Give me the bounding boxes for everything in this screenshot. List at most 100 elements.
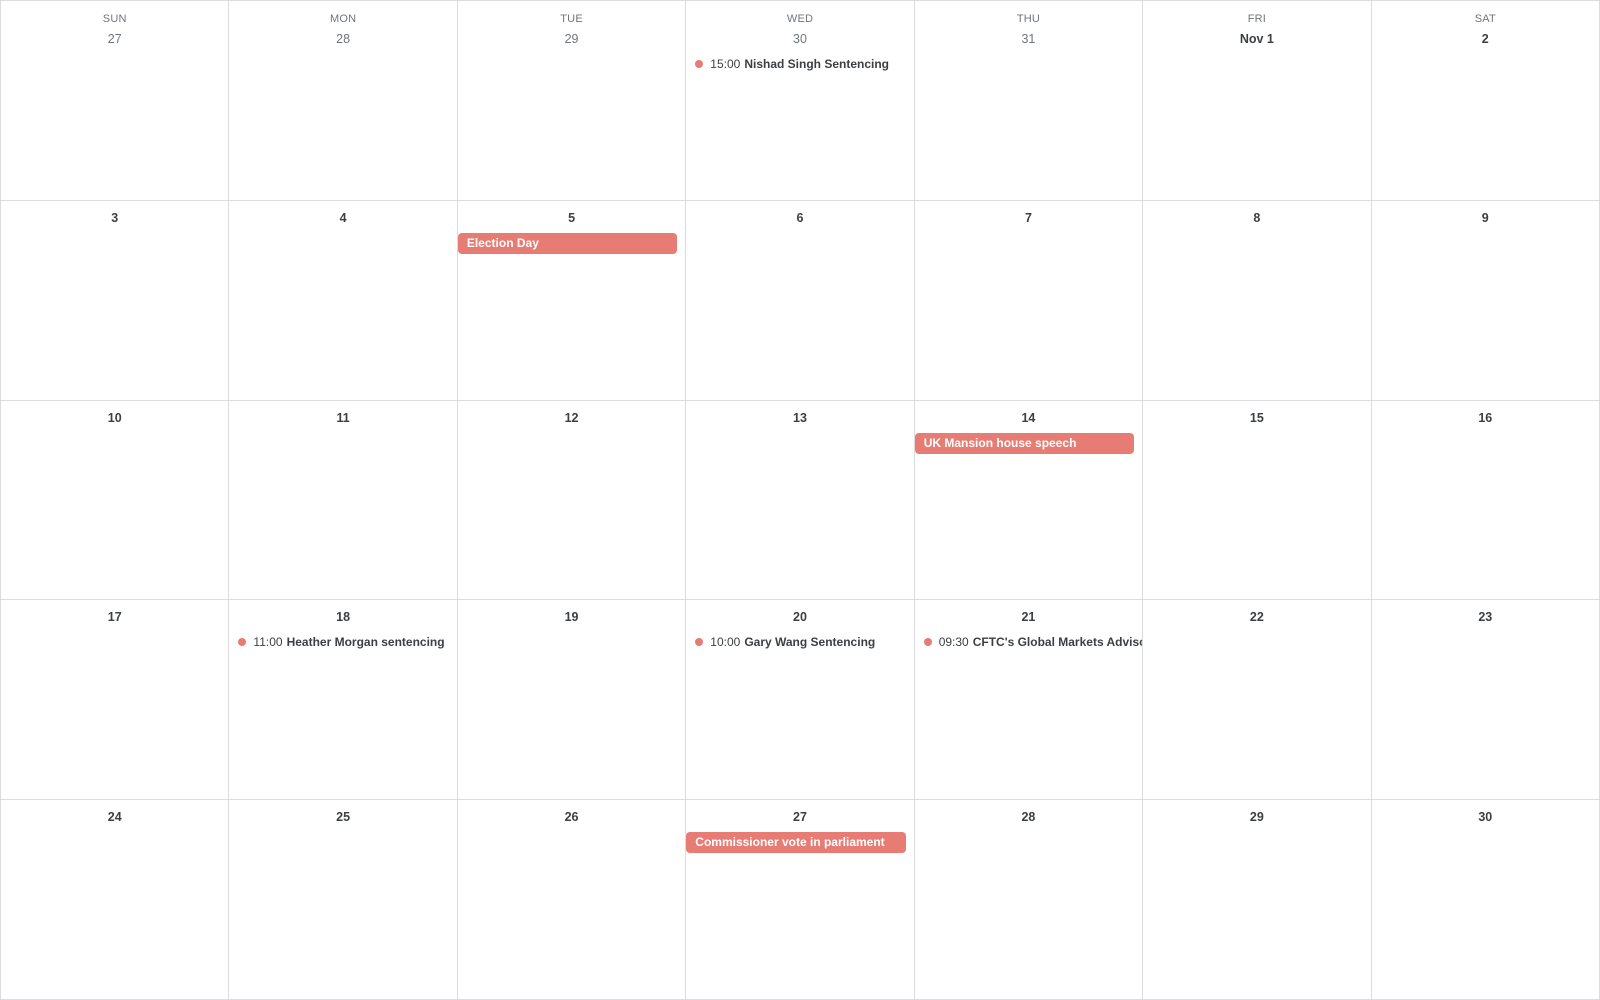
day-number[interactable]: 29 <box>1143 808 1370 826</box>
day-number[interactable]: 29 <box>458 30 685 48</box>
event-dot-icon <box>238 638 247 647</box>
all-day-event[interactable]: UK Mansion house speech <box>914 432 1135 454</box>
day-number[interactable]: 13 <box>686 409 913 427</box>
day-number[interactable]: 12 <box>458 409 685 427</box>
event-time: 10:00 <box>710 635 741 650</box>
all-day-event[interactable]: Election Day <box>457 232 678 254</box>
day-cell[interactable]: 15 <box>1143 400 1372 601</box>
month-calendar-grid: SUN 27 MON 28 TUE 29 WED 30 15:00 Nishad Singh Se… <box>0 0 1600 1000</box>
day-cell[interactable]: 16 <box>1371 400 1600 601</box>
day-cell[interactable]: 11 <box>229 400 458 601</box>
day-cell[interactable]: 19 <box>457 600 687 801</box>
day-events: 15:00 Nishad Singh Sentencing <box>686 54 913 74</box>
all-day-event[interactable]: Commissioner vote in parliament <box>686 832 906 854</box>
day-number[interactable]: 15 <box>1143 409 1370 427</box>
day-cell[interactable]: 20 10:00 Gary Wang Sentencing <box>686 600 915 801</box>
day-cell[interactable]: 18 11:00 Heather Morgan sentencing <box>229 600 458 801</box>
day-cell[interactable]: 26 <box>457 800 687 1000</box>
day-number[interactable]: Nov 1 <box>1143 30 1370 48</box>
day-cell[interactable]: 13 <box>686 400 915 601</box>
day-cell[interactable]: WED 30 15:00 Nishad Singh Sentencing <box>686 1 915 201</box>
day-number[interactable]: 23 <box>1372 608 1599 626</box>
day-events: 09:30CFTC's Global Markets Advisory Comm… <box>915 632 1142 652</box>
day-cell[interactable]: 12 <box>457 400 687 601</box>
day-cell[interactable]: TUE 29 <box>457 1 687 201</box>
timed-event[interactable]: 15:00 Nishad Singh Sentencing <box>686 54 913 74</box>
day-number[interactable]: 10 <box>1 409 228 427</box>
day-number[interactable]: 4 <box>229 209 456 227</box>
day-number[interactable]: 27 <box>686 808 913 826</box>
day-number[interactable]: 11 <box>229 409 456 427</box>
event-dot-icon <box>695 60 704 68</box>
day-cell[interactable]: 22 <box>1143 600 1372 801</box>
day-number[interactable]: 7 <box>915 209 1142 227</box>
day-cell[interactable]: 14 UK Mansion house speech <box>914 400 1144 601</box>
event-time: 15:00 <box>710 57 741 71</box>
event-title: Heather Morgan sentencing <box>286 635 445 650</box>
day-cell[interactable]: 7 <box>914 200 1144 401</box>
day-events: UK Mansion house speech <box>914 432 1142 454</box>
day-cell[interactable]: 28 <box>914 800 1144 1000</box>
day-cell[interactable]: 5 Election Day <box>457 200 687 401</box>
day-number[interactable]: 25 <box>229 808 456 826</box>
day-cell[interactable]: 23 <box>1371 600 1600 801</box>
day-number[interactable]: 14 <box>915 409 1142 427</box>
day-events: 11:00 Heather Morgan sentencing <box>229 632 456 652</box>
weekday-header: SUN <box>102 13 127 25</box>
day-number[interactable]: 2 <box>1372 30 1599 48</box>
weekday-header: FRI <box>1247 13 1267 25</box>
timed-event[interactable]: 10:00 Gary Wang Sentencing <box>686 632 913 652</box>
event-title: CFTC's Global Markets Advisory Committee <box>972 635 1142 650</box>
event-time: 11:00 <box>253 635 283 650</box>
day-cell[interactable]: 27 Commissioner vote in parliament <box>686 800 915 1000</box>
day-number[interactable]: 20 <box>686 608 913 626</box>
weekday-header: MON <box>330 13 357 25</box>
day-number[interactable]: 5 <box>458 209 685 227</box>
day-cell[interactable]: 3 <box>1 200 230 401</box>
day-cell[interactable]: 21 09:30CFTC's Global Markets Advisory Co… <box>914 600 1144 801</box>
timed-event[interactable]: 11:00 Heather Morgan sentencing <box>229 632 456 652</box>
day-cell[interactable]: THU 31 <box>914 1 1144 201</box>
event-dot-icon <box>695 638 704 647</box>
day-number[interactable]: 28 <box>915 808 1142 826</box>
day-cell[interactable]: 10 <box>1 400 230 601</box>
day-cell[interactable]: 24 <box>1 800 230 1000</box>
day-cell[interactable]: 6 <box>686 200 915 401</box>
day-cell[interactable]: 30 <box>1371 800 1600 1000</box>
weekday-header: WED <box>786 13 814 25</box>
day-number[interactable]: 17 <box>1 608 228 626</box>
day-cell[interactable]: 8 <box>1143 200 1372 401</box>
day-number[interactable]: 18 <box>229 608 456 626</box>
timed-event[interactable]: 09:30CFTC's Global Markets Advisory Comm… <box>915 632 1142 652</box>
day-number[interactable]: 6 <box>686 209 913 227</box>
day-number[interactable]: 26 <box>458 808 685 826</box>
weekday-header: SAT <box>1474 13 1496 25</box>
day-number[interactable]: 22 <box>1143 608 1370 626</box>
day-number[interactable]: 21 <box>915 608 1142 626</box>
day-number[interactable]: 27 <box>1 30 228 48</box>
day-cell[interactable]: MON 28 <box>229 1 458 201</box>
day-cell[interactable]: 17 <box>1 600 230 801</box>
event-dot-icon <box>923 638 932 647</box>
day-cell[interactable]: 29 <box>1143 800 1372 1000</box>
day-events: Commissioner vote in parliament <box>686 832 913 854</box>
day-cell[interactable]: SUN 27 <box>1 1 230 201</box>
weekday-header: THU <box>1016 13 1041 25</box>
day-number[interactable]: 9 <box>1372 209 1599 227</box>
day-number[interactable]: 28 <box>229 30 456 48</box>
day-number[interactable]: 8 <box>1143 209 1370 227</box>
weekday-header: TUE <box>560 13 583 25</box>
day-number[interactable]: 31 <box>915 30 1142 48</box>
day-cell[interactable]: SAT 2 <box>1371 1 1600 201</box>
day-cell[interactable]: 25 <box>229 800 458 1000</box>
day-number[interactable]: 30 <box>1372 808 1599 826</box>
day-events: Election Day <box>457 232 685 254</box>
day-number[interactable]: 19 <box>458 608 685 626</box>
day-number[interactable]: 16 <box>1372 409 1599 427</box>
day-cell[interactable]: 9 <box>1371 200 1600 401</box>
day-number[interactable]: 24 <box>1 808 228 826</box>
day-cell[interactable]: 4 <box>229 200 458 401</box>
day-cell[interactable]: FRI Nov 1 <box>1143 1 1372 201</box>
day-number[interactable]: 3 <box>1 209 228 227</box>
day-number[interactable]: 30 <box>686 30 913 48</box>
